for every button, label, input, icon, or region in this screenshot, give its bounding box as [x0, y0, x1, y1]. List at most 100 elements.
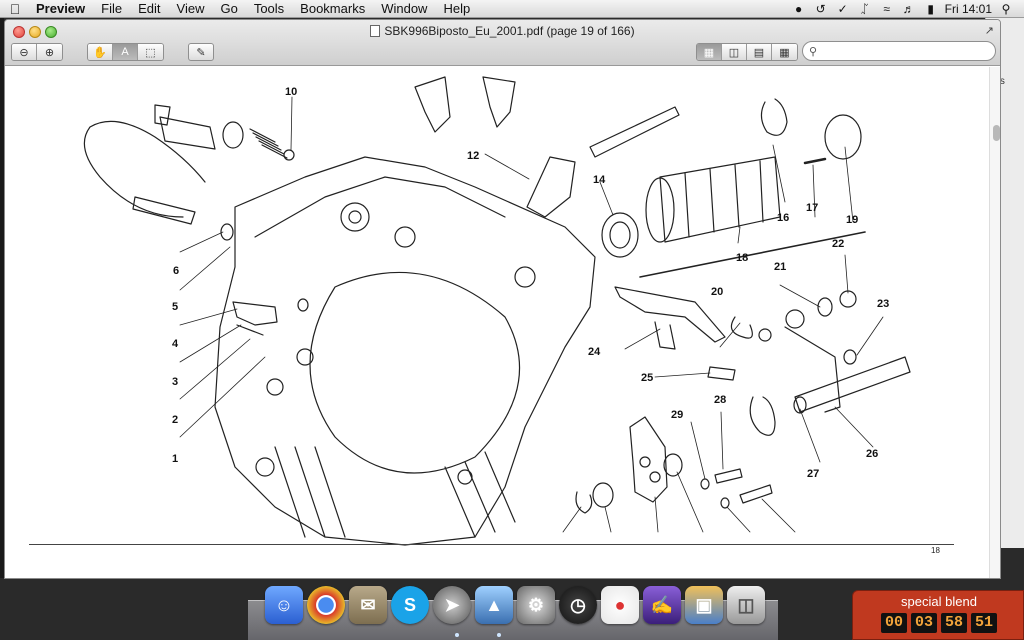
callout-10: 10	[285, 86, 297, 98]
part-shift-fork-c	[526, 156, 576, 218]
battery-icon[interactable]: ▮	[923, 2, 939, 16]
dock: ☺ ✉ S ➤ ▲ ⚙ ◷ ● ✍ ▣ ◫	[265, 586, 765, 630]
timer-digits: 00 03 58 51	[881, 613, 997, 633]
rect-select-icon[interactable]: ⬚	[138, 44, 163, 60]
callout-24: 24	[588, 346, 601, 358]
mail-stamp-icon[interactable]: ✉	[349, 586, 387, 624]
timer-digit-group: 58	[941, 613, 967, 633]
timer-widget[interactable]: special blend 00 03 58 51	[852, 590, 1024, 640]
part-ring	[824, 114, 862, 160]
titlebar[interactable]: SBK996Biposto_Eu_2001.pdf (page 19 of 16…	[5, 20, 1000, 66]
menu-edit[interactable]: Edit	[130, 0, 168, 18]
menu-help[interactable]: Help	[435, 0, 478, 18]
callout-4: 4	[172, 338, 179, 350]
menu-view[interactable]: View	[169, 0, 213, 18]
checkmark-icon[interactable]: ✓	[835, 2, 851, 16]
callout-3: 3	[172, 376, 178, 388]
crankcase-outline	[214, 156, 596, 546]
launchpad-rocket-icon[interactable]: ➤	[433, 586, 471, 624]
finder-icon[interactable]: ☺	[265, 586, 303, 624]
part-spring-27	[749, 396, 776, 436]
callout-12: 12	[467, 150, 479, 162]
part-bolt-25	[707, 366, 736, 381]
menu-window[interactable]: Window	[373, 0, 435, 18]
callout-2: 2	[172, 414, 178, 426]
instruments-icon[interactable]: ✍	[643, 586, 681, 624]
trash-icon[interactable]: ◫	[727, 586, 765, 624]
callout-14: 14	[593, 174, 606, 186]
zoom-out-icon[interactable]: ⊖	[12, 44, 37, 60]
part-screw-28	[714, 468, 743, 484]
time-machine-icon[interactable]: ↺	[813, 2, 829, 16]
volume-icon[interactable]: ♬	[901, 2, 917, 16]
preview-icon[interactable]: ▲	[475, 586, 513, 624]
bluetooth-icon[interactable]: ᛢ	[857, 2, 873, 16]
callout-18: 18	[736, 252, 748, 264]
part-bracket-33	[629, 416, 668, 503]
part-shift-fork-a	[414, 76, 451, 133]
part-sensor-cable	[83, 120, 206, 218]
page-number: 18	[931, 546, 940, 555]
vertical-scrollbar[interactable]	[989, 67, 1000, 578]
view-thumbnails-icon[interactable]: ◫	[722, 44, 747, 60]
fullscreen-icon[interactable]: ↗	[985, 24, 994, 37]
pencil-icon[interactable]: ✎	[188, 43, 214, 61]
callout-19: 19	[846, 214, 858, 226]
hand-icon[interactable]: ✋	[88, 44, 113, 60]
part-lever	[232, 301, 278, 326]
skype-icon[interactable]: S	[391, 586, 429, 624]
timer-digit-group: 00	[881, 613, 907, 633]
zoom-in-icon[interactable]: ⊕	[37, 44, 62, 60]
scrollbar-thumb[interactable]	[993, 125, 1000, 141]
pdf-page[interactable]: 10 12 14 16 17 19 18 6 5 4 3 2 1 22 21 2…	[5, 67, 989, 578]
text-select-button[interactable]: A	[113, 44, 138, 60]
callout-27: 27	[807, 468, 819, 480]
part-shift-fork-b	[482, 76, 516, 128]
document-title-area: SBK996Biposto_Eu_2001.pdf (page 19 of 16…	[5, 24, 1000, 38]
view-content-icon[interactable]: ▦	[697, 44, 722, 60]
view-toc-icon[interactable]: ▤	[747, 44, 772, 60]
menu-tools[interactable]: Tools	[246, 0, 292, 18]
part-clip-22	[839, 290, 857, 308]
chrome-icon[interactable]	[307, 586, 345, 624]
spotlight-search-icon[interactable]: ⚲	[998, 2, 1014, 16]
evernote-icon[interactable]: ●	[791, 2, 807, 16]
status-area: ● ↺ ✓ ᛢ ≈ ♬ ▮ Fri 14:01 ⚲	[791, 0, 1024, 18]
search-input[interactable]: ⚲	[802, 41, 996, 61]
timer-digit-group: 03	[911, 613, 937, 633]
part-ball	[283, 149, 295, 161]
clock[interactable]: Fri 14:01	[945, 2, 992, 16]
callout-16: 16	[777, 212, 789, 224]
part-circlip	[760, 98, 788, 136]
menu-go[interactable]: Go	[212, 0, 245, 18]
system-preferences-gear-icon[interactable]: ⚙	[517, 586, 555, 624]
view-contact-sheet-icon[interactable]: ▦	[772, 44, 797, 60]
search-icon: ⚲	[809, 46, 818, 58]
wifi-icon[interactable]: ≈	[879, 2, 895, 16]
callout-5: 5	[172, 301, 178, 313]
part-selector-plate	[614, 286, 726, 343]
dashboard-icon[interactable]: ◷	[559, 586, 597, 624]
menu-app-name[interactable]: Preview	[30, 0, 93, 18]
exploded-parts-drawing: 10 12 14 16 17 19 18 6 5 4 3 2 1 22 21 2…	[83, 76, 911, 546]
callout-6: 6	[173, 265, 179, 277]
part-rod	[589, 106, 680, 158]
callout-20: 20	[711, 286, 723, 298]
callout-28: 28	[714, 394, 726, 406]
game-center-icon[interactable]: ●	[601, 586, 639, 624]
apple-menu-icon[interactable]: 	[0, 1, 30, 17]
menu-bookmarks[interactable]: Bookmarks	[292, 0, 373, 18]
tool-mode-buttons: ✋ A ⬚	[87, 43, 164, 61]
part-screw-30	[739, 484, 773, 504]
running-indicator	[455, 633, 459, 637]
part-sensor	[132, 196, 196, 225]
pdf-document-icon	[370, 25, 381, 37]
menubar:  Preview File Edit View Go Tools Bookma…	[0, 0, 1024, 18]
menu-file[interactable]: File	[93, 0, 130, 18]
part-washer-32	[663, 453, 683, 477]
timer-label: special blend	[901, 594, 977, 609]
part-washer-34	[592, 482, 614, 508]
photos-icon[interactable]: ▣	[685, 586, 723, 624]
part-spring-20	[730, 316, 753, 339]
callout-17: 17	[806, 202, 818, 214]
